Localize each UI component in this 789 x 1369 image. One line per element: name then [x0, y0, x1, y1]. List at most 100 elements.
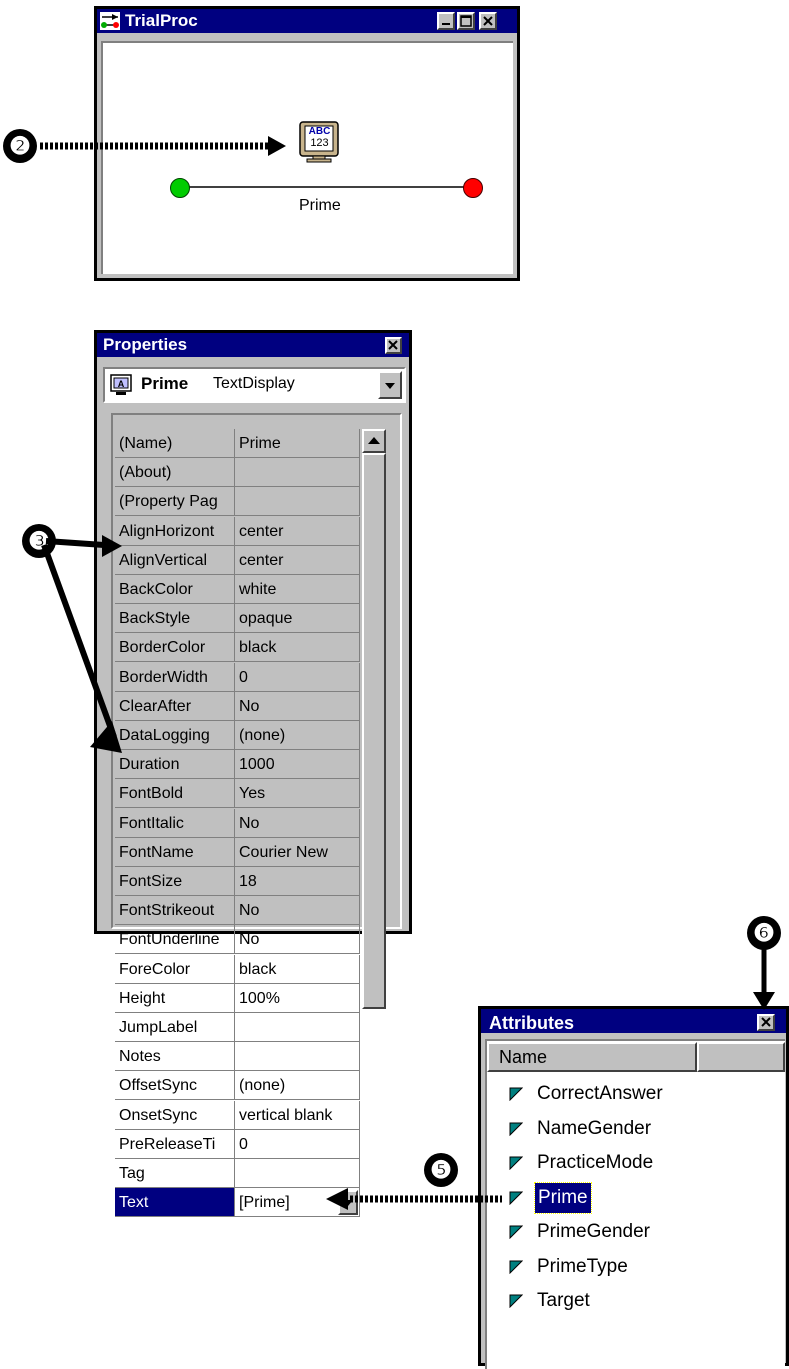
node-label: Prime	[299, 197, 341, 214]
property-row[interactable]: FontBold Yes	[115, 779, 360, 809]
property-name: BackStyle	[115, 604, 235, 634]
callout-3-arrows	[41, 535, 122, 753]
property-value[interactable]	[235, 458, 360, 488]
property-value[interactable]: Prime	[235, 429, 360, 458]
property-name: DataLogging	[115, 721, 235, 750]
property-row[interactable]: FontSize 18	[115, 867, 360, 896]
property-value[interactable]: No	[235, 808, 360, 838]
property-row[interactable]: FontStrikeout No	[115, 896, 360, 926]
property-row[interactable]: (About)	[115, 458, 360, 488]
object-type: TextDisplay	[213, 375, 295, 392]
property-row[interactable]: (Name) Prime	[115, 429, 360, 458]
property-row[interactable]: FontItalic No	[115, 808, 360, 838]
properties-close-button[interactable]	[385, 337, 402, 354]
property-value[interactable]: 1000	[235, 750, 360, 780]
svg-text:A: A	[118, 379, 125, 389]
property-name: Duration	[115, 750, 235, 780]
property-value[interactable]: 18	[235, 867, 360, 896]
property-row[interactable]: Notes	[115, 1042, 360, 1072]
property-name: BorderWidth	[115, 662, 235, 692]
property-value[interactable]: black	[235, 954, 360, 984]
scroll-up-button[interactable]	[362, 429, 386, 453]
property-row[interactable]: ClearAfter No	[115, 691, 360, 721]
property-value[interactable]: center	[235, 516, 360, 546]
property-row[interactable]: Height 100%	[115, 983, 360, 1013]
property-value[interactable]: black	[235, 633, 360, 663]
property-row[interactable]: OffsetSync (none)	[115, 1071, 360, 1101]
property-value[interactable]: opaque	[235, 604, 360, 634]
callout-5: ❺	[424, 1153, 458, 1187]
column-header-name[interactable]: Name	[487, 1042, 697, 1072]
trialproc-titlebar[interactable]: TrialProc	[97, 9, 517, 33]
attributes-titlebar[interactable]: Attributes	[481, 1009, 786, 1033]
property-name: PreReleaseTi	[115, 1129, 235, 1159]
minimize-button[interactable]	[437, 12, 455, 30]
property-row[interactable]: ForeColor black	[115, 954, 360, 984]
callout-2: ❷	[3, 129, 37, 163]
property-value[interactable]: 100%	[235, 983, 360, 1013]
attribute-icon	[509, 1122, 523, 1136]
property-value[interactable]	[235, 487, 360, 517]
property-value[interactable]: Yes	[235, 779, 360, 809]
attribute-icon	[509, 1260, 523, 1274]
chevron-down-icon	[385, 383, 395, 389]
property-name: OnsetSync	[115, 1100, 235, 1130]
property-row[interactable]: BorderColor black	[115, 633, 360, 663]
property-value[interactable]: No	[235, 691, 360, 721]
property-row[interactable]: FontName Courier New	[115, 837, 360, 867]
property-name: ClearAfter	[115, 691, 235, 721]
property-value[interactable]	[235, 1013, 360, 1042]
scroll-thumb[interactable]	[362, 453, 386, 1009]
property-value[interactable]: white	[235, 575, 360, 604]
property-row[interactable]: Duration 1000	[115, 750, 360, 780]
property-row[interactable]: AlignVertical center	[115, 545, 360, 575]
property-name: FontUnderline	[115, 925, 235, 955]
attribute-label: PrimeType	[537, 1255, 628, 1277]
property-row[interactable]: AlignHorizont center	[115, 516, 360, 546]
property-value[interactable]: (none)	[235, 1071, 360, 1101]
property-row[interactable]: OnsetSync vertical blank	[115, 1100, 360, 1130]
property-row[interactable]: PreReleaseTi 0	[115, 1129, 360, 1159]
property-row[interactable]: DataLogging (none)	[115, 721, 360, 750]
property-value[interactable]: vertical blank	[235, 1100, 360, 1130]
property-value[interactable]: 0	[235, 1129, 360, 1159]
property-value[interactable]: No	[235, 925, 360, 955]
properties-titlebar[interactable]: Properties	[97, 333, 409, 357]
property-row[interactable]: BorderWidth 0	[115, 662, 360, 692]
property-row[interactable]: JumpLabel	[115, 1013, 360, 1042]
property-value[interactable]: Courier New	[235, 837, 360, 867]
start-node[interactable]	[170, 178, 190, 198]
property-value[interactable]: No	[235, 896, 360, 926]
column-header-blank[interactable]	[697, 1042, 785, 1072]
maximize-icon	[460, 15, 472, 27]
attribute-label: Prime	[534, 1181, 592, 1214]
attribute-icon	[509, 1156, 523, 1170]
property-name: Notes	[115, 1042, 235, 1072]
attribute-label: NameGender	[537, 1117, 652, 1139]
attributes-close-button[interactable]	[757, 1014, 775, 1031]
property-name: FontBold	[115, 779, 235, 809]
property-scrollbar[interactable]	[362, 429, 386, 1009]
object-selector[interactable]: A Prime TextDisplay	[103, 367, 406, 403]
property-name: JumpLabel	[115, 1013, 235, 1042]
attributes-list[interactable]: Name CorrectAnswer NameGender PracticeMode…	[485, 1039, 785, 1369]
property-name: (About)	[115, 458, 235, 488]
property-row[interactable]: BackColor white	[115, 575, 360, 604]
textdisplay-node-icon[interactable]: ABC 123	[299, 121, 339, 163]
property-row[interactable]: (Property Pag	[115, 487, 360, 517]
close-button[interactable]	[479, 12, 497, 30]
property-row[interactable]: BackStyle opaque	[115, 604, 360, 634]
property-value[interactable]: center	[235, 545, 360, 575]
maximize-button[interactable]	[457, 12, 475, 30]
end-node[interactable]	[463, 178, 483, 198]
property-value[interactable]: 0	[235, 662, 360, 692]
attribute-label: PracticeMode	[537, 1152, 654, 1173]
property-value[interactable]: (none)	[235, 721, 360, 750]
attribute-icon	[509, 1225, 523, 1239]
property-row[interactable]: FontUnderline No	[115, 925, 360, 955]
attributes-window: Attributes Name CorrectAnswer NameGender P…	[478, 1006, 789, 1369]
property-name: BackColor	[115, 575, 235, 604]
object-dropdown-button[interactable]	[378, 371, 402, 399]
property-value[interactable]	[235, 1042, 360, 1072]
property-name: (Name)	[115, 429, 235, 458]
